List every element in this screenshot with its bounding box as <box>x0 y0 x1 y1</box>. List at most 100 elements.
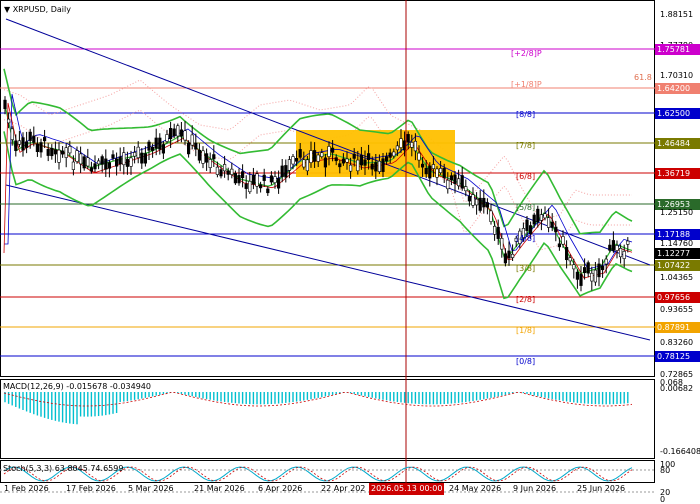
time-label: 9 Jun 2026 <box>513 484 557 493</box>
candle-body <box>381 158 385 172</box>
candle-body <box>503 253 508 264</box>
candle-body <box>399 138 403 148</box>
candle-body <box>510 253 515 258</box>
candle-body <box>21 137 25 151</box>
candle-body <box>266 188 270 194</box>
time-cursor-label: 2026.05.13 00:00 <box>369 483 445 495</box>
candle-body <box>104 158 108 170</box>
price-label: 0.87891 <box>655 322 700 333</box>
murray-label: [+2/8]P <box>511 49 542 58</box>
candle-body <box>528 225 533 235</box>
price-label: 1.14760 <box>660 239 694 248</box>
candle-body <box>460 175 464 189</box>
price-label: 0.78125 <box>655 351 700 362</box>
candle-body <box>302 159 306 168</box>
candle-body <box>392 151 396 157</box>
candle-body <box>165 134 169 142</box>
time-label: 22 Apr 202 <box>321 484 366 493</box>
murray-label: [6/8] <box>516 172 536 181</box>
candle-body <box>14 140 18 151</box>
candle-body <box>413 140 418 152</box>
candle-body <box>223 164 227 172</box>
candle-body <box>97 160 101 165</box>
candle-body <box>449 175 454 181</box>
candle-body <box>24 141 29 148</box>
candle-body <box>273 176 277 183</box>
candle-body <box>500 238 504 250</box>
candle-body <box>557 243 561 248</box>
candle-body <box>42 137 47 142</box>
price-label: 1.62500 <box>655 108 700 119</box>
chart-terminal[interactable]: ▼ XRPUSD, Daily MACD(12,26,9) -0.015678 … <box>0 0 700 504</box>
candle-body <box>543 213 547 219</box>
stoch-title: Stoch(5,3,3) 63.8045 74.6599 <box>3 464 124 473</box>
candle-body <box>64 147 68 158</box>
candle-body <box>258 184 263 189</box>
candle-body <box>255 173 259 187</box>
candle-body <box>269 175 274 183</box>
candle-body <box>244 183 248 189</box>
candle-body <box>456 178 461 187</box>
candle-body <box>151 146 155 151</box>
candle-body <box>233 173 238 184</box>
price-label: 1.07422 <box>655 260 700 271</box>
murray-label: [2/8] <box>516 295 536 304</box>
candle-body <box>287 159 292 171</box>
candle-body <box>284 165 288 178</box>
candle-body <box>262 174 266 181</box>
candle-body <box>53 149 57 155</box>
candle-body <box>276 178 281 189</box>
candle-body <box>395 145 400 151</box>
candle-body <box>294 158 299 162</box>
price-label: 1.88151 <box>660 10 694 19</box>
time-label: 5 Mar 2026 <box>128 484 174 493</box>
murray-label: [7/8] <box>516 141 536 150</box>
candle-body <box>554 226 558 233</box>
candle-body <box>190 134 194 146</box>
candle-body <box>590 272 594 282</box>
candle-body <box>86 157 90 167</box>
candle-body <box>75 150 79 162</box>
candle-body <box>129 157 133 167</box>
candle-body <box>93 163 97 170</box>
candle-body <box>356 159 360 172</box>
candle-body <box>618 248 623 258</box>
candle-body <box>169 128 173 140</box>
candle-body <box>133 152 137 157</box>
candle-body <box>316 154 320 162</box>
time-label: 25 Jun 2026 <box>577 484 626 493</box>
candle-body <box>352 153 356 159</box>
candle-body <box>298 149 302 158</box>
candle-body <box>525 219 529 231</box>
candle-body <box>147 141 151 151</box>
candle-body <box>604 258 608 265</box>
candle-body <box>320 152 324 157</box>
chart-canvas[interactable] <box>0 0 700 500</box>
candle-body <box>32 135 36 143</box>
candle-body <box>471 194 475 206</box>
candle-body <box>208 159 212 168</box>
candle-body <box>82 156 86 169</box>
candle-body <box>388 152 392 158</box>
candle-body <box>100 156 104 165</box>
candle-body <box>183 130 187 141</box>
candle-body <box>536 208 540 223</box>
candle-body <box>615 245 619 251</box>
candle-body <box>611 240 615 251</box>
candle-body <box>489 210 493 222</box>
candle-body <box>111 154 115 159</box>
price-label: 1.25150 <box>660 208 694 217</box>
candle-body <box>482 197 486 208</box>
price-label: 0.83260 <box>660 338 694 347</box>
candle-body <box>3 99 7 110</box>
candle-body <box>122 152 126 166</box>
candle-body <box>341 158 346 164</box>
price-label: 1.12277 <box>655 248 700 259</box>
murray-label: [0/8] <box>516 357 536 366</box>
candle-body <box>201 150 205 164</box>
candle-body <box>194 142 198 150</box>
symbol-title: ▼ XRPUSD, Daily <box>4 5 71 15</box>
price-label: 1.70310 <box>660 71 694 80</box>
candle-body <box>593 269 597 283</box>
candle-body <box>622 251 626 259</box>
